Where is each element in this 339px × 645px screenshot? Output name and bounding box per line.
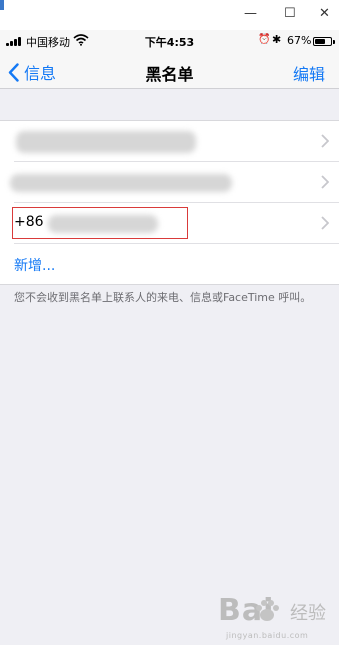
highlight-box [12, 207, 188, 239]
list-item[interactable]: +86 [12, 203, 339, 244]
battery-icon [313, 37, 332, 46]
back-chevron-icon [8, 62, 19, 82]
window-titlebar: — ☐ ✕ [0, 0, 339, 30]
back-button[interactable]: 信息 [8, 60, 56, 84]
chevron-right-icon [321, 134, 329, 148]
redacted-contact [10, 174, 232, 192]
watermark-brand2: 经验 [290, 603, 326, 624]
paw-icon [256, 600, 279, 621]
alarm-icon: ⏰ [258, 34, 271, 45]
blocked-list: +86 新增... [0, 120, 339, 285]
watermark-url: jingyan.baidu.com [226, 631, 309, 640]
bluetooth-icon: ✱ [272, 33, 282, 46]
redacted-contact [16, 131, 196, 153]
phone-screen: 中国移动 下午4:53 ⏰ ✱ 67% 信息 黑名单 编辑 +86 新增... … [0, 30, 339, 645]
navigation-bar: 信息 黑名单 编辑 [0, 52, 339, 89]
maximize-button[interactable]: ☐ [284, 6, 296, 22]
status-bar: 中国移动 下午4:53 ⏰ ✱ 67% [0, 30, 339, 52]
baidu-watermark: Bai 经验 jingyan.baidu.com [218, 585, 336, 645]
chevron-right-icon [321, 216, 329, 230]
add-new-button[interactable]: 新增... [14, 255, 55, 275]
close-button[interactable]: ✕ [319, 6, 330, 22]
chevron-right-icon [321, 175, 329, 189]
add-new-row[interactable]: 新增... [14, 244, 339, 284]
back-label: 信息 [24, 64, 57, 83]
minimize-button[interactable]: — [244, 6, 257, 22]
battery-tip [333, 40, 335, 44]
list-item[interactable] [10, 162, 339, 203]
footer-note: 您不会收到黑名单上联系人的来电、信息或FaceTime 呼叫。 [14, 291, 312, 304]
list-item[interactable] [14, 121, 339, 162]
window-accent [0, 0, 4, 10]
edit-button[interactable]: 编辑 [293, 61, 325, 85]
battery-percent: 67% [287, 34, 312, 47]
